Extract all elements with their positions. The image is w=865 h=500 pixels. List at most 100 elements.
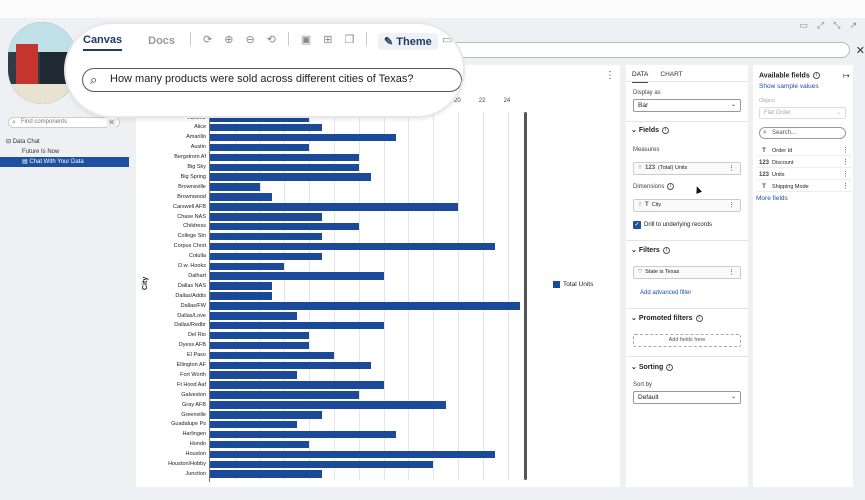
bar[interactable] [210, 252, 322, 261]
zoom-reset-icon[interactable]: ⟲ [267, 33, 276, 46]
more-options-icon[interactable]: ⋮ [842, 170, 849, 180]
find-components-input[interactable]: ⌕ Find components ⌘ [8, 117, 120, 128]
more-options-icon[interactable]: ⋮ [728, 163, 735, 174]
tree-item-chat-with-your-data[interactable]: ▤ Chat With Your Data [0, 157, 129, 167]
bar[interactable] [210, 331, 310, 340]
external-link-icon[interactable]: ↗ [849, 20, 857, 31]
bar[interactable] [210, 381, 384, 389]
bar[interactable] [210, 183, 260, 191]
drag-handle-icon[interactable]: ⠿ [638, 165, 642, 171]
sorting-heading[interactable]: ⌄ Sorting i [631, 363, 674, 371]
bar[interactable] [210, 222, 359, 231]
more-fields-link[interactable]: More fields [756, 195, 788, 202]
fields-heading[interactable]: ⌄ Fields i [631, 126, 670, 134]
bar[interactable] [210, 193, 272, 201]
more-options-icon[interactable]: ⋮ [728, 267, 735, 278]
dimension-pill[interactable]: ⠿ T City ⋮ [633, 199, 741, 212]
bar[interactable] [210, 232, 322, 241]
collapse-panel-icon[interactable]: ↦ [843, 71, 850, 80]
bar[interactable] [210, 341, 310, 350]
bar[interactable] [210, 401, 446, 409]
chart-scrollbar[interactable] [524, 112, 527, 480]
tab-canvas[interactable]: Canvas [83, 34, 123, 51]
zoom-out-icon[interactable]: ⊖ [245, 33, 254, 46]
bar[interactable] [210, 312, 297, 320]
refresh-icon[interactable]: ⟳ [203, 33, 212, 46]
bar[interactable] [210, 440, 310, 449]
bar[interactable] [210, 460, 434, 468]
bar[interactable] [210, 292, 272, 300]
bar[interactable] [210, 282, 272, 290]
image-icon[interactable]: ▣ [301, 33, 311, 46]
expand-icon[interactable]: ⤢ [817, 20, 824, 31]
legend-label: Total Units [563, 281, 594, 288]
bar[interactable] [210, 420, 297, 429]
field-discount[interactable]: 123 Discount ⋮ [756, 158, 852, 168]
bar[interactable] [210, 450, 496, 459]
gridline [358, 112, 360, 480]
bar[interactable] [210, 133, 396, 142]
tab-docs[interactable]: Docs [148, 35, 175, 50]
add-advanced-filter-link[interactable]: Add advanced filter [640, 290, 691, 296]
add-fields-dropzone[interactable]: Add fields here [633, 334, 741, 347]
tree-item-future-is-now[interactable]: Future Is Now [0, 147, 129, 157]
chat-question-bar[interactable]: ✕ [420, 42, 865, 58]
category-label: Dallas/Love [177, 312, 206, 319]
collapse-icon[interactable]: ⤡ [833, 20, 840, 31]
bar[interactable] [210, 242, 496, 251]
info-icon: i [695, 314, 703, 322]
bar[interactable] [210, 272, 384, 280]
bar[interactable] [210, 163, 359, 171]
close-icon[interactable]: ✕ [856, 44, 865, 57]
display-as-select[interactable]: Bar ⌄ [633, 99, 741, 112]
bar[interactable] [210, 123, 322, 132]
bar[interactable] [210, 143, 310, 152]
object-select[interactable]: Flat Order ⌄ [759, 107, 846, 119]
filters-heading[interactable]: ⌄ Filters i [631, 246, 670, 254]
bar[interactable] [210, 203, 458, 211]
bar[interactable] [210, 430, 396, 439]
filter-pill[interactable]: ⛉ State is Texas ⋮ [633, 266, 741, 279]
zoom-in-icon[interactable]: ⊕ [224, 33, 233, 46]
more-options-icon[interactable]: ⋮ [842, 146, 849, 156]
bar[interactable] [210, 411, 322, 419]
bar[interactable] [210, 361, 372, 369]
drag-handle-icon[interactable]: ⠿ [638, 202, 642, 208]
more-options-icon[interactable]: ⋮ [842, 182, 849, 192]
drill-checkbox[interactable]: ✓ Drill to underlying records [633, 221, 712, 229]
promoted-filters-heading[interactable]: ⌄ Promoted filters i [631, 314, 703, 322]
category-label: Dallas/Redbr [174, 322, 206, 329]
measure-pill[interactable]: ⠿ 123 (Total) Units ⋮ [633, 162, 741, 175]
gridline [383, 112, 385, 480]
field-units[interactable]: 123 Units ⋮ [756, 170, 852, 180]
bar[interactable] [210, 153, 359, 162]
field-shipping-mode[interactable]: T Shipping Mode ⋮ [756, 182, 852, 192]
bar[interactable] [210, 213, 322, 221]
bar[interactable] [210, 351, 334, 360]
grid-icon[interactable]: ⊞ [323, 33, 332, 46]
layers-icon[interactable]: ❐ [345, 33, 355, 46]
minimize-icon[interactable]: ▭ [800, 20, 809, 31]
bar[interactable] [210, 321, 384, 330]
available-fields-title: Available fields i [759, 72, 820, 79]
more-options-icon[interactable]: ⋮ [728, 200, 735, 211]
bar[interactable] [210, 302, 520, 310]
checkmark-icon: ✓ [633, 221, 641, 229]
more-options-icon[interactable]: ⋮ [842, 158, 849, 168]
more-options-icon[interactable]: ⋮ [605, 70, 615, 81]
fields-search-input[interactable]: ⌕ Search... [759, 127, 846, 139]
show-sample-values-link[interactable]: Show sample values [759, 83, 819, 90]
bar[interactable] [210, 173, 372, 181]
bar[interactable] [210, 371, 297, 379]
bar[interactable] [210, 262, 285, 270]
bar[interactable] [210, 391, 359, 399]
canvas-tabs: Canvas Docs [83, 34, 201, 51]
tree-item-data-chat[interactable]: ⊟ Data Chat [0, 137, 129, 147]
theme-button[interactable]: ✎ Theme [378, 33, 438, 50]
field-order-id[interactable]: T Order Id ⋮ [756, 146, 852, 156]
panel-icon[interactable]: ▭ [442, 33, 452, 46]
bar[interactable] [210, 470, 322, 478]
category-label: Guadalupe Ps [171, 421, 206, 428]
sort-by-select[interactable]: Default ⌄ [633, 391, 741, 404]
question-input[interactable]: ⌕ How many products were sold across dif… [82, 68, 462, 92]
